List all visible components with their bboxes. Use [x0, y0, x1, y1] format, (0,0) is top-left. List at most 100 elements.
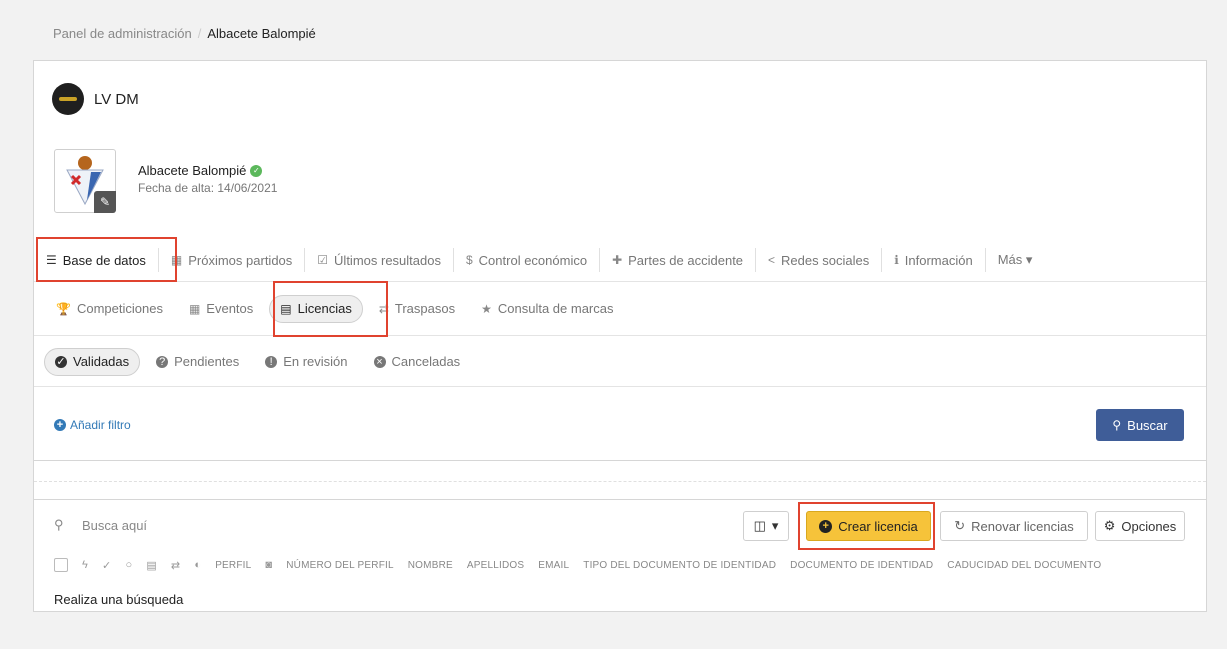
subtab-label: Licencias	[297, 301, 352, 316]
subtab-label: Traspasos	[394, 301, 456, 316]
exchange-icon[interactable]: ⇄	[171, 559, 180, 572]
search-button-label: Buscar	[1127, 417, 1168, 433]
status-filter-tabs: ✓ Validadas ? Pendientes ! En revisión × Can…	[34, 337, 1206, 387]
tab-ultimos-resultados[interactable]: ☑ Últimos resultados	[305, 248, 454, 272]
subtab-label: Consulta de marcas	[497, 301, 614, 316]
tab-label: Más ▾	[997, 252, 1033, 267]
trophy-icon: 🏆	[56, 301, 71, 316]
columns-toggle-button[interactable]: ◫ ▾	[743, 511, 789, 541]
tab-mas-dropdown[interactable]: Más ▾	[986, 248, 1045, 272]
tab-redes-sociales[interactable]: < Redes sociales	[756, 248, 883, 272]
circle-icon[interactable]: ○	[125, 559, 132, 571]
tab-informacion[interactable]: ℹ Información	[882, 248, 986, 272]
org-header: LV DM	[52, 83, 139, 115]
tab-label: Próximos partidos	[188, 252, 293, 268]
shield-icon[interactable]: ◐	[194, 559, 201, 571]
main-tabs: ☰ Base de datos ▦ Próximos partidos ☑ Últim…	[34, 239, 1206, 281]
options-label: Opciones	[1121, 518, 1177, 534]
breadcrumb: Panel de administración / Albacete Balompi…	[53, 26, 316, 41]
filter-panel: + Añadir filtro ⚲ Buscar	[34, 387, 1206, 461]
column-header[interactable]: CADUCIDAD DEL DOCUMENTO	[947, 560, 1101, 571]
tab-label: Últimos resultados	[334, 252, 441, 268]
list-search-input[interactable]	[82, 514, 382, 536]
calendar-check-icon: ☑	[317, 253, 329, 267]
exchange-icon: ⇄	[378, 301, 389, 316]
status-tab-label: Pendientes	[174, 354, 240, 369]
check-circle-icon: ✓	[55, 355, 67, 368]
tab-label: Base de datos	[62, 252, 146, 268]
status-tab-pendientes[interactable]: ? Pendientes	[146, 348, 249, 376]
subtab-consulta-de-marcas[interactable]: ★ Consulta de marcas	[471, 295, 623, 323]
empty-state-message: Realiza una búsqueda	[54, 592, 184, 607]
renew-licenses-button[interactable]: ↻ Renovar licencias	[940, 511, 1088, 541]
column-header[interactable]: NÚMERO DEL PERFIL	[286, 560, 394, 571]
column-header[interactable]: APELLIDOS	[467, 560, 524, 571]
subtab-competiciones[interactable]: 🏆 Competiciones	[46, 295, 173, 323]
tab-label: Control económico	[478, 252, 588, 268]
star-icon: ★	[481, 301, 492, 316]
camera-icon[interactable]: ◙	[265, 559, 272, 571]
pencil-icon[interactable]: ✎	[94, 191, 116, 213]
tab-proximos-partidos[interactable]: ▦ Próximos partidos	[159, 248, 306, 272]
club-card: LV DM ✎ Albacete Balompié ✓ Fecha de alta…	[33, 60, 1207, 612]
club-crest[interactable]: ✎	[54, 149, 116, 213]
times-circle-icon: ×	[373, 355, 386, 368]
tab-label: Información	[904, 252, 973, 268]
chevron-down-icon: ▾	[771, 518, 779, 533]
bolt-icon[interactable]: ϟ	[82, 559, 88, 571]
tab-base-de-datos[interactable]: ☰ Base de datos	[34, 248, 159, 272]
medkit-icon: ✚	[612, 253, 623, 267]
club-header: ✎ Albacete Balompié ✓ Fecha de alta: 14/0…	[54, 149, 277, 213]
tab-partes-de-accidente[interactable]: ✚ Partes de accidente	[600, 248, 757, 272]
id-card-icon: ▤	[280, 301, 292, 316]
club-registration-date: Fecha de alta: 14/06/2021	[138, 181, 278, 195]
tab-label: Partes de accidente	[628, 252, 744, 268]
add-filter-link[interactable]: + Añadir filtro	[54, 418, 131, 432]
club-name: Albacete Balompié	[138, 163, 247, 178]
plus-circle-icon: +	[819, 519, 833, 533]
status-tab-label: Canceladas	[391, 354, 461, 369]
id-card-icon[interactable]: ▤	[146, 559, 157, 572]
share-icon: <	[768, 253, 776, 267]
create-license-label: Crear licencia	[838, 518, 918, 534]
question-circle-icon: ?	[156, 355, 169, 368]
licenses-list: ⚲ ◫▾ +Crear licencia ↻Renovar licencias …	[34, 499, 1206, 612]
tab-control-economico[interactable]: $ Control económico	[454, 248, 601, 272]
search-button[interactable]: ⚲ Buscar	[1096, 409, 1184, 441]
column-header[interactable]: NOMBRE	[408, 560, 453, 571]
table-header: ϟ ✓ ○ ▤ ⇄ ◐ PERFIL ◙ NÚMERO DEL PERFIL N…	[34, 554, 1206, 576]
subtab-licencias[interactable]: ▤ Licencias	[269, 294, 363, 323]
column-header[interactable]: PERFIL	[215, 560, 251, 571]
status-tab-validadas[interactable]: ✓ Validadas	[44, 347, 141, 376]
status-tab-label: En revisión	[283, 354, 348, 369]
verified-check-icon: ✓	[250, 164, 263, 177]
breadcrumb-current: Albacete Balompié	[207, 26, 316, 41]
status-tab-en-revision[interactable]: ! En revisión	[255, 348, 357, 376]
dollar-icon: $	[465, 253, 473, 267]
info-icon: ℹ	[894, 253, 899, 267]
gear-icon: ⚙	[1103, 518, 1116, 533]
columns-icon: ◫	[753, 518, 766, 533]
subtab-traspasos[interactable]: ⇄ Traspasos	[369, 295, 465, 323]
subtab-label: Eventos	[206, 301, 254, 316]
search-icon: ⚲	[54, 517, 64, 532]
options-button[interactable]: ⚙ Opciones	[1095, 511, 1185, 541]
exclamation-circle-icon: !	[265, 355, 278, 368]
tab-label: Redes sociales	[781, 252, 870, 268]
status-tab-label: Validadas	[73, 354, 130, 369]
list-toolbar: ⚲ ◫▾ +Crear licencia ↻Renovar licencias …	[34, 500, 1206, 550]
refresh-icon: ↻	[954, 518, 966, 533]
create-license-button[interactable]: + Crear licencia	[806, 511, 931, 541]
column-header[interactable]: DOCUMENTO DE IDENTIDAD	[790, 560, 933, 571]
column-header[interactable]: EMAIL	[538, 560, 569, 571]
check-icon[interactable]: ✓	[102, 559, 111, 572]
status-tab-canceladas[interactable]: × Canceladas	[364, 348, 471, 376]
subtab-eventos[interactable]: ▦ Eventos	[179, 295, 263, 323]
calendar-icon: ▦	[188, 301, 201, 316]
select-all-checkbox[interactable]	[54, 558, 68, 572]
subtab-label: Competiciones	[76, 301, 163, 316]
column-header[interactable]: TIPO DEL DOCUMENTO DE IDENTIDAD	[583, 560, 776, 571]
breadcrumb-root[interactable]: Panel de administración	[53, 26, 192, 41]
add-filter-label: Añadir filtro	[70, 418, 131, 432]
renew-licenses-label: Renovar licencias	[971, 518, 1074, 534]
